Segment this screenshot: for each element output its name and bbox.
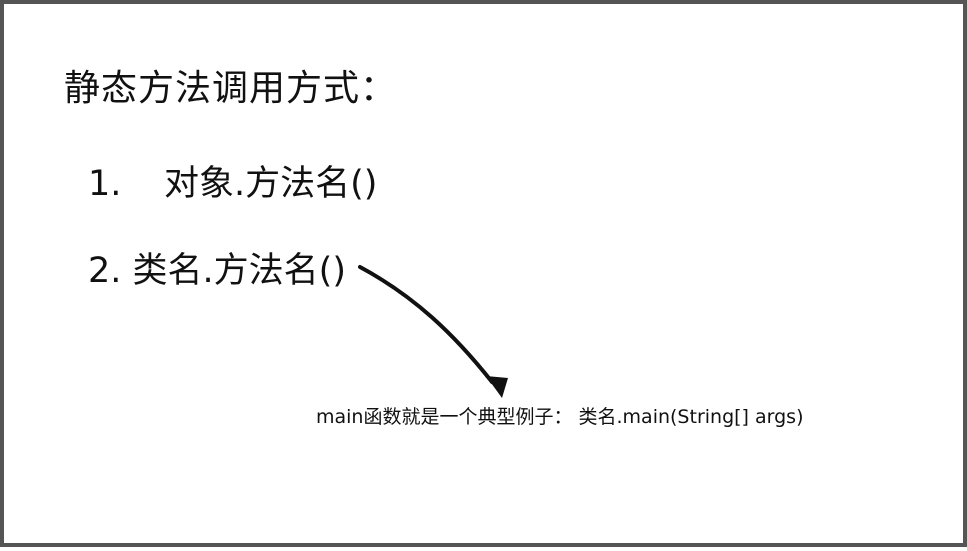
list-item-2-text: 类名.方法名()	[132, 251, 346, 291]
list-item-1: 1. 对象.方法名()	[88, 159, 377, 209]
arrow-shaft	[358, 265, 494, 384]
arrow-head	[486, 376, 508, 398]
slide-title: 静态方法调用方式：	[64, 68, 398, 109]
list-item-2-number: 2.	[88, 251, 122, 291]
slide: 静态方法调用方式： 1. 对象.方法名() 2. 类名.方法名() main函数就…	[0, 0, 967, 547]
list-item-1-text: 对象.方法名()	[164, 164, 378, 204]
list-item-1-number: 1.	[88, 164, 122, 204]
example-note: main函数就是一个典型例子： 类名.main(String[] args)	[316, 406, 804, 428]
list-item-2: 2. 类名.方法名()	[88, 246, 346, 296]
